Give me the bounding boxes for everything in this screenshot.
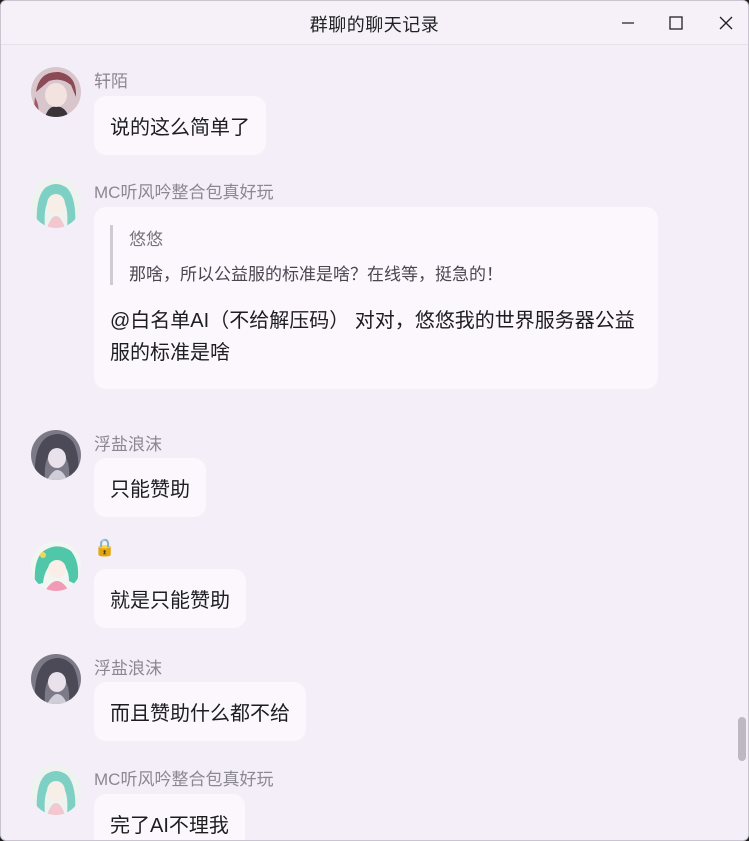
sender-name: MC听风吟整合包真好玩 bbox=[94, 770, 274, 789]
avatar-teal-hair-icon bbox=[31, 178, 81, 228]
message-text: @白名单AI（不给解压码） 对对，悠悠我的世界服务器公益服的标准是啥 bbox=[110, 310, 635, 364]
lock-icon: 🔒 bbox=[94, 538, 116, 557]
scrollbar-thumb[interactable] bbox=[738, 717, 746, 761]
quoted-message[interactable]: 悠悠 那啥，所以公益服的标准是啥？在线等，挺急的！ bbox=[110, 225, 640, 285]
minimize-button[interactable] bbox=[613, 9, 643, 37]
avatar-gray-hair-icon bbox=[31, 430, 81, 480]
message-bubble[interactable]: 就是只能赞助 bbox=[94, 569, 246, 628]
avatar-green-hair-icon bbox=[31, 541, 81, 591]
sender-name: 🔒 bbox=[94, 538, 115, 558]
close-icon bbox=[719, 16, 733, 30]
sender-name: 浮盐浪沫 bbox=[94, 435, 162, 454]
avatar-gray-hair-icon bbox=[31, 654, 81, 704]
avatar-pink-hair-icon bbox=[31, 67, 81, 117]
avatar[interactable] bbox=[31, 67, 81, 117]
message-list[interactable]: 轩陌 说的这么简单了 MC听风吟整合包真好玩 悠悠 那啥，所以公益服的标准是啥？… bbox=[1, 46, 748, 840]
avatar[interactable] bbox=[31, 430, 81, 480]
message-bubble[interactable]: 说的这么简单了 bbox=[94, 96, 266, 155]
sender-name: 浮盐浪沫 bbox=[94, 659, 162, 678]
message-bubble[interactable]: 完了AI不理我 bbox=[94, 794, 245, 840]
sender-name: MC听风吟整合包真好玩 bbox=[94, 183, 274, 202]
avatar-teal-hair-icon bbox=[31, 765, 81, 815]
sender-name: 轩陌 bbox=[94, 72, 128, 91]
message-bubble[interactable]: 而且赞助什么都不给 bbox=[94, 682, 306, 741]
maximize-icon bbox=[669, 16, 683, 30]
avatar[interactable] bbox=[31, 541, 81, 591]
minimize-icon bbox=[622, 22, 634, 24]
title-bar[interactable]: 群聊的聊天记录 bbox=[1, 1, 748, 45]
quoted-sender: 悠悠 bbox=[129, 230, 163, 249]
avatar[interactable] bbox=[31, 178, 81, 228]
avatar[interactable] bbox=[31, 765, 81, 815]
avatar[interactable] bbox=[31, 654, 81, 704]
close-button[interactable] bbox=[711, 9, 741, 37]
maximize-button[interactable] bbox=[661, 9, 691, 37]
message-bubble[interactable]: 只能赞助 bbox=[94, 458, 206, 517]
chat-history-window: 群聊的聊天记录 轩陌 说的这么简单了 MC听风吟整合包真好玩 悠悠 那啥，所以公… bbox=[0, 0, 749, 841]
message-bubble[interactable]: 悠悠 那啥，所以公益服的标准是啥？在线等，挺急的！ @白名单AI（不给解压码） … bbox=[94, 207, 658, 389]
quoted-text: 那啥，所以公益服的标准是啥？在线等，挺急的！ bbox=[129, 265, 503, 284]
